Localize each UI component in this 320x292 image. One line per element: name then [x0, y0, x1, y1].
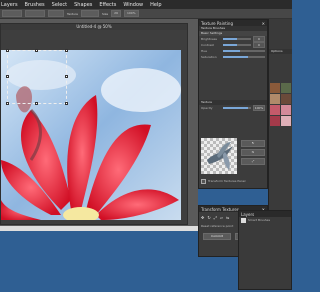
menu-layers[interactable]: Layers — [1, 2, 18, 8]
layer-name: Smart Brushes — [248, 218, 271, 222]
flip-icon[interactable]: ⇋ — [226, 215, 229, 220]
panel-title: Transform Textures — [201, 206, 239, 212]
brush-swatch[interactable] — [281, 94, 291, 104]
menu-brushes[interactable]: Brushes — [25, 2, 45, 8]
options-section-header: Options — [269, 49, 292, 54]
reset-label[interactable]: Reset reference point — [201, 224, 233, 228]
hummingbird-icon — [207, 142, 233, 170]
size-label: Size — [101, 11, 109, 16]
brush-swatches — [270, 83, 291, 126]
transform-handle[interactable] — [6, 75, 9, 78]
scale-icon[interactable]: ⤢ — [214, 215, 217, 220]
contrast-label: Contrast — [201, 43, 214, 47]
panel-title: Layers — [241, 211, 255, 217]
menu-select[interactable]: Select — [52, 2, 67, 8]
opacity-value[interactable]: 100% — [253, 105, 265, 111]
transform-handle[interactable] — [6, 49, 9, 52]
move-icon[interactable]: ✥ — [201, 215, 204, 220]
brightness-label: Brightness — [201, 37, 217, 41]
brush-swatch[interactable] — [270, 105, 280, 115]
document-window: Untitled-4 @ 50% — [0, 23, 188, 225]
texture-controls: ↻ ⇋ ⤢ — [241, 140, 265, 165]
transform-checkbox-label: Transform Textures Panel — [208, 179, 246, 183]
menu-shapes[interactable]: Shapes — [74, 2, 92, 8]
size-field[interactable]: 26 — [111, 10, 121, 17]
menu-window[interactable]: Window — [123, 2, 143, 8]
saturation-slider[interactable] — [223, 56, 265, 58]
workspace: Untitled-4 @ 50% — [0, 19, 198, 227]
saturation-label: Saturation — [201, 55, 217, 59]
contrast-value[interactable]: 0 — [253, 42, 265, 48]
brightness-slider[interactable] — [223, 38, 251, 40]
layer-thumbnail — [241, 217, 246, 223]
brush-swatch[interactable] — [281, 105, 291, 115]
scale-button[interactable]: ⤢ — [241, 158, 265, 165]
blend-mode-dropdown[interactable] — [48, 10, 64, 17]
skew-icon[interactable]: ▱ — [220, 215, 223, 220]
opacity-slider[interactable] — [223, 107, 251, 109]
transform-handle[interactable] — [35, 102, 38, 105]
brush-swatch[interactable] — [270, 94, 280, 104]
hue-label: Hue — [201, 49, 208, 53]
transform-checkbox[interactable] — [201, 178, 206, 184]
transform-handle[interactable] — [35, 49, 38, 52]
transform-handle[interactable] — [65, 75, 68, 78]
selection-marquee[interactable] — [6, 49, 68, 105]
texture-label: Texture — [67, 11, 78, 16]
brush-shape-dropdown[interactable] — [25, 10, 45, 17]
rotate-button[interactable]: ↻ — [241, 140, 265, 147]
transform-handle[interactable] — [6, 102, 9, 105]
flip-button[interactable]: ⇋ — [241, 149, 265, 156]
document-title: Untitled-4 @ 50% — [1, 24, 187, 30]
brush-preset-dropdown[interactable] — [2, 10, 22, 17]
brush-swatch[interactable] — [270, 83, 280, 93]
close-icon[interactable]: ✕ — [262, 21, 265, 26]
layers-panel: Layers Smart Brushes — [238, 210, 292, 290]
opacity-row: Opacity 100% — [199, 105, 267, 111]
menu-help[interactable]: Help — [150, 2, 161, 8]
opacity-field[interactable]: 100% — [123, 10, 139, 17]
tool-options-bar: Texture Size 26 100% — [0, 9, 292, 19]
texture-thumbnail[interactable] — [201, 138, 237, 174]
transform-checkbox-row: Transform Textures Panel — [199, 178, 269, 184]
opacity-label: Opacity — [201, 106, 213, 110]
panel-title: Texture Painting — [201, 20, 233, 26]
brush-swatch[interactable] — [270, 116, 280, 126]
texture-painting-panel: Texture Painting ✕ Texture Brushes Basic… — [198, 19, 268, 189]
contrast-slider[interactable] — [223, 44, 251, 46]
transform-handle[interactable] — [65, 102, 68, 105]
hue-slider[interactable] — [223, 50, 265, 52]
menu-bar: Layers Brushes Select Shapes Effects Win… — [0, 0, 292, 9]
brush-swatch[interactable] — [281, 116, 291, 126]
rotate-icon[interactable]: ↻ — [207, 215, 210, 220]
layer-row[interactable]: Smart Brushes — [239, 217, 291, 223]
transform-handle[interactable] — [65, 49, 68, 52]
commit-button[interactable]: Commit — [203, 233, 231, 240]
brush-swatch[interactable] — [281, 83, 291, 93]
texture-dropdown[interactable] — [80, 10, 99, 17]
menu-effects[interactable]: Effects — [99, 2, 116, 8]
